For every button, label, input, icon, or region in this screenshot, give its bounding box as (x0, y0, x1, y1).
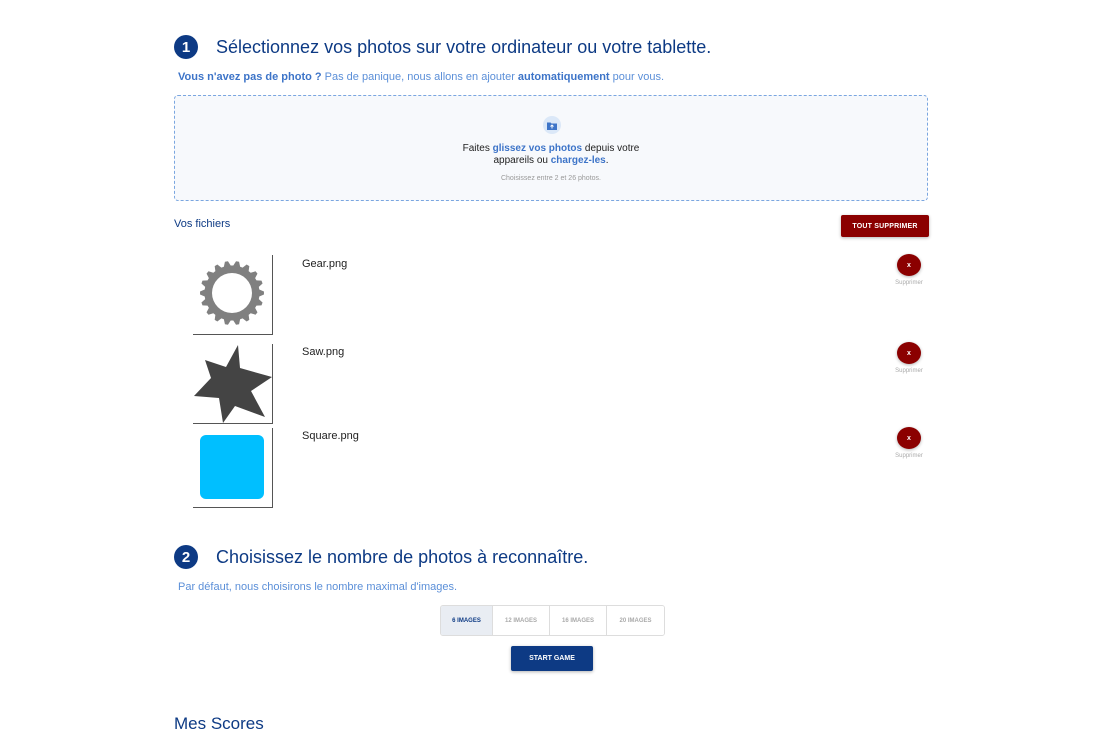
dropzone-text-c: appareils ou (493, 155, 551, 166)
dropzone-subtext: Choisissez entre 2 et 26 photos. (500, 175, 601, 182)
upload-link[interactable]: chargez-les (551, 155, 606, 166)
option-20-images[interactable]: 20 IMAGES (607, 606, 664, 635)
step2-header: 2 Choisissez le nombre de photos à recon… (174, 545, 588, 569)
scores-title: Mes Scores (174, 714, 264, 733)
gear-image (200, 261, 264, 325)
file-name: Square.png (302, 430, 359, 442)
delete-all-button[interactable]: TOUT SUPPRIMER (841, 215, 929, 237)
file-row: Square.png x Supprimer (174, 427, 930, 508)
file-thumbnail (193, 428, 273, 508)
remove-group: x Supprimer (888, 427, 930, 459)
remove-caption: Supprimer (895, 453, 923, 459)
saw-image (194, 345, 272, 423)
option-12-images[interactable]: 12 IMAGES (493, 606, 550, 635)
remove-group: x Supprimer (888, 342, 930, 374)
file-thumbnail (193, 255, 273, 335)
square-image (200, 435, 264, 499)
step1-title: Sélectionnez vos photos sur votre ordina… (216, 36, 712, 57)
remove-caption: Supprimer (895, 280, 923, 286)
option-6-images[interactable]: 6 IMAGES (441, 606, 493, 635)
folder-upload-icon (543, 116, 561, 134)
hint-bold: automatiquement (517, 71, 610, 83)
gear-shape (200, 261, 264, 325)
step2-hint: Par défaut, nous choisirons le nombre ma… (178, 581, 458, 593)
page: 1 Sélectionnez vos photos sur votre ordi… (0, 0, 1106, 737)
drag-link[interactable]: glissez vos photos (493, 143, 582, 154)
dropzone-text-a: Faites (462, 143, 493, 154)
file-name: Gear.png (302, 258, 348, 270)
dropzone-text: Faites glissez vos photos depuis votre a… (175, 143, 927, 167)
hint-middle: Pas de panique, nous allons en ajouter (321, 71, 518, 83)
file-row: Gear.png x Supprimer (174, 254, 930, 335)
start-game-button[interactable]: START GAME (511, 646, 593, 671)
remove-file-button[interactable]: x (897, 254, 921, 276)
step2-title: Choisissez le nombre de photos à reconna… (216, 546, 589, 567)
file-thumbnail (193, 344, 273, 424)
remove-caption: Supprimer (895, 368, 923, 374)
remove-file-button[interactable]: x (897, 427, 921, 449)
dropzone-text-b: depuis votre (582, 143, 640, 154)
upload-dropzone[interactable]: Faites glissez vos photos depuis votre a… (174, 95, 928, 201)
hint-end: pour vous. (609, 71, 665, 83)
remove-group: x Supprimer (888, 254, 930, 286)
step1-hint: Vous n'avez pas de photo ? Pas de paniqu… (178, 71, 664, 83)
step1-number: 1 (174, 35, 198, 59)
step1-header: 1 Sélectionnez vos photos sur votre ordi… (174, 35, 711, 59)
option-16-images[interactable]: 16 IMAGES (550, 606, 607, 635)
files-label: Vos fichiers (174, 218, 231, 230)
hint-question: Vous n'avez pas de photo ? (178, 71, 322, 83)
dropzone-text-d: . (605, 155, 609, 166)
remove-file-button[interactable]: x (897, 342, 921, 364)
image-count-toggle: 6 IMAGES 12 IMAGES 16 IMAGES 20 IMAGES (440, 605, 665, 636)
file-name: Saw.png (302, 346, 345, 358)
step2-number: 2 (174, 545, 198, 569)
file-row: Saw.png x Supprimer (174, 342, 930, 424)
